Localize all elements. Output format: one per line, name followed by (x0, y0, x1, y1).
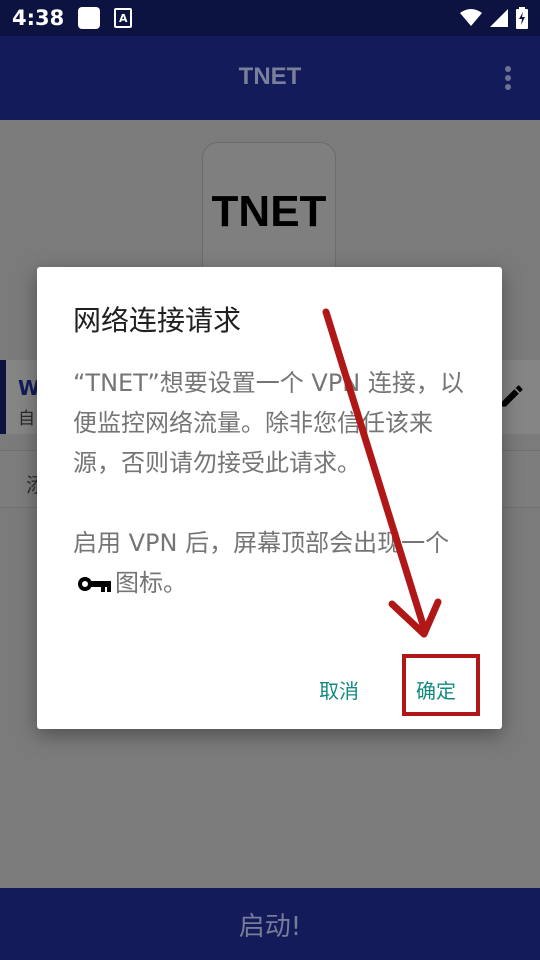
start-button[interactable]: 启动! (0, 888, 540, 960)
server-subtitle: 自 (18, 409, 35, 429)
key-icon (78, 577, 111, 592)
wifi-icon (460, 9, 482, 26)
cancel-button[interactable]: 取消 (319, 675, 359, 704)
signal-icon (490, 9, 508, 27)
vpn-note-text-end: 图标。 (115, 569, 187, 597)
vpn-note-text-start: 启用 VPN 后，屏幕顶部会出现一个 (73, 529, 450, 557)
screen: 4:38 A TNET TNET W 自 添 启动! 网络连接请求 “TNET”… (0, 0, 540, 960)
notification-icon (78, 7, 101, 29)
battery-icon (516, 7, 528, 29)
dialog-message: “TNET”想要设置一个 VPN 连接，以便监控网络流量。除非您信任该来源，否则… (73, 369, 464, 477)
ok-button-highlight (402, 654, 480, 716)
app-bar: TNET (0, 36, 540, 120)
edit-icon[interactable] (498, 382, 526, 410)
status-right (460, 7, 528, 29)
dialog-body: “TNET”想要设置一个 VPN 连接，以便监控网络流量。除非您信任该来源，否则… (73, 363, 468, 603)
logo-text: TNET (211, 187, 327, 236)
status-time: 4:38 (12, 6, 65, 30)
status-a-icon: A (114, 8, 133, 28)
dialog-title: 网络连接请求 (73, 304, 242, 337)
status-bar: 4:38 A (0, 0, 540, 36)
app-title: TNET (238, 63, 302, 90)
dialog-vpn-note: 启用 VPN 后，屏幕顶部会出现一个 图标。 (73, 523, 468, 603)
start-label: 启动! (238, 911, 302, 942)
more-options-icon[interactable] (504, 66, 512, 92)
